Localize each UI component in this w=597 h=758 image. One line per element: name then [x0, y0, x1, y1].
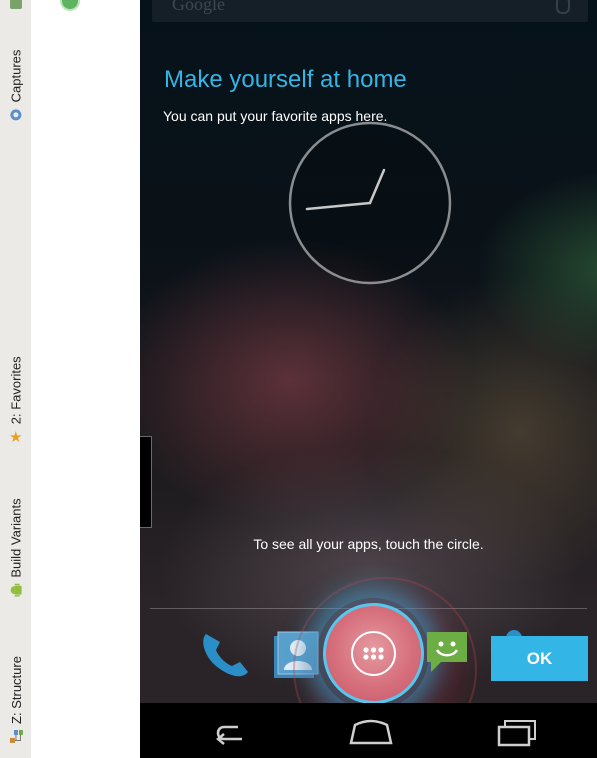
android-monitor-icon	[10, 0, 22, 9]
android-icon	[10, 583, 22, 597]
tool-tab-label: Build Variants	[8, 498, 24, 578]
all-apps-icon	[351, 631, 396, 676]
all-apps-hint: To see all your apps, touch the circle.	[253, 536, 484, 552]
ide-editor-background	[31, 0, 140, 758]
tool-tab-label: Captures	[8, 49, 24, 102]
back-icon[interactable]	[202, 715, 258, 749]
ok-button[interactable]: OK	[491, 636, 588, 681]
search-hint: Google	[172, 0, 225, 14]
tool-tab-build-variants[interactable]: Build Variants	[4, 480, 28, 615]
phone-icon[interactable]	[196, 628, 252, 684]
tool-tab-favorites[interactable]: ★ 2: Favorites	[4, 340, 28, 460]
tool-tab-top-partial[interactable]	[4, 0, 28, 14]
tool-tab-structure[interactable]: Z: Structure	[4, 640, 28, 758]
tool-tab-label: Z: Structure	[8, 655, 24, 724]
welcome-title: Make yourself at home	[164, 66, 407, 93]
camera-icon	[10, 108, 22, 120]
messaging-icon[interactable]	[425, 630, 473, 674]
ide-tool-window-strip: Captures ★ 2: Favorites Build Variants Z…	[0, 0, 32, 758]
star-icon: ★	[9, 428, 23, 446]
tool-tab-captures[interactable]: Captures	[4, 30, 28, 140]
app-grid-dots	[363, 647, 384, 660]
tool-tab-label: 2: Favorites	[8, 356, 24, 425]
structure-icon	[9, 729, 23, 743]
all-apps-button[interactable]	[323, 603, 424, 704]
emulator-screen: Google Make yourself at home You can put…	[140, 0, 597, 758]
navigation-bar	[140, 703, 597, 758]
recent-apps-icon[interactable]	[487, 715, 543, 749]
home-icon[interactable]	[343, 715, 399, 749]
edge-widget	[140, 436, 152, 528]
microphone-icon[interactable]	[556, 0, 570, 14]
google-search-bar[interactable]: Google	[152, 0, 588, 22]
analog-clock-widget[interactable]	[287, 120, 453, 286]
